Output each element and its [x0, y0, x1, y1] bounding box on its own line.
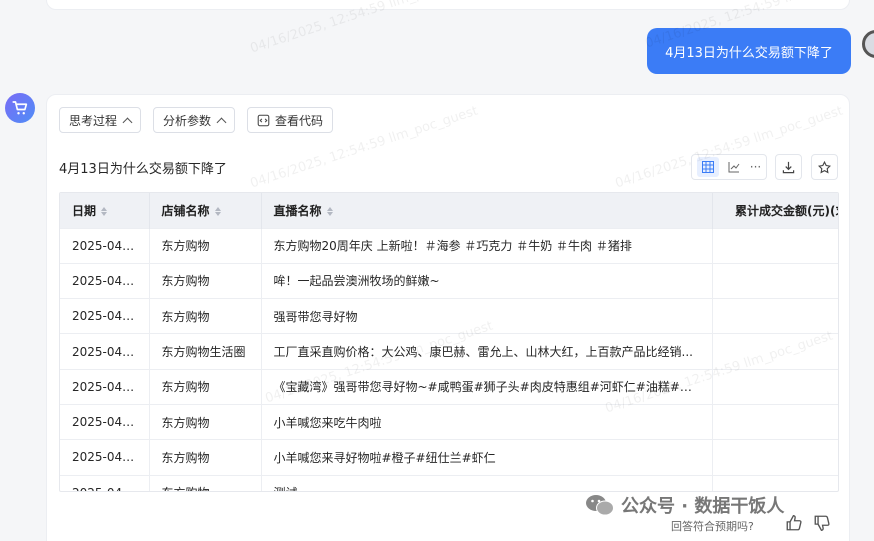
cell-live-name: 工厂直采直购价格：大公鸡、康巴赫、雷允上、山林大红，上百款产品比经销... [261, 333, 713, 370]
sort-icon[interactable] [326, 206, 333, 216]
data-table: 日期 店铺名称 直播名称 累计成交金额(元)(求和 2025-04-10东方购物… [59, 192, 839, 492]
table-row: 2025-04-10东方购物强哥带您寻好物1 [60, 298, 838, 334]
cell-shop: 东方购物 [149, 368, 262, 405]
cell-gmv: 1 [712, 298, 838, 334]
analysis-params-button[interactable]: 分析参数 [153, 107, 236, 133]
cell-live-name: 小羊喊您来寻好物啦#橙子#纽仕兰#虾仁 [261, 439, 713, 476]
cell-shop: 东方购物 [149, 298, 262, 334]
cell-gmv: 2,9 [712, 333, 838, 370]
thumbs-down-icon[interactable] [813, 514, 831, 532]
table-row: 2025-04-10 东方购物 东方购物20周年庆 上新啦！＃海参 ＃巧克力 ＃牛奶… [60, 227, 838, 264]
thinking-process-button[interactable]: 思考过程 [59, 107, 142, 133]
cell-date: 2025-04-11 [60, 439, 150, 476]
code-icon [257, 114, 270, 126]
cell-gmv: 1 [712, 227, 838, 264]
chevron-up-icon [216, 117, 227, 127]
sort-icon[interactable] [214, 206, 221, 216]
cell-shop: 东方购物 [149, 439, 262, 476]
table-row: 2025-04-11东方购物测试 [60, 474, 838, 491]
thumbs-up-icon[interactable] [785, 514, 803, 532]
user-message-bubble: 4月13日为什么交易额下降了 [647, 28, 851, 74]
cell-shop: 东方购物 [149, 474, 262, 491]
column-header-date[interactable]: 日期 [60, 193, 150, 228]
result-title: 4月13日为什么交易额下降了 [59, 162, 227, 177]
view-code-button[interactable]: 查看代码 [247, 107, 334, 133]
cell-date: 2025-04-10 [60, 298, 150, 334]
cell-live-name: 东方购物20周年庆 上新啦！＃海参 ＃巧克力 ＃牛奶 ＃牛肉 ＃猪排 [261, 227, 713, 264]
table-header-row: 日期 店铺名称 直播名称 累计成交金额(元)(求和 [60, 193, 838, 228]
sort-icon[interactable] [101, 206, 108, 216]
cell-shop: 东方购物 [149, 262, 262, 299]
cell-date: 2025-04-11 [60, 368, 150, 405]
user-avatar [862, 30, 874, 58]
view-code-label: 查看代码 [275, 113, 324, 128]
cell-gmv: 4 [712, 262, 838, 299]
table-row: 2025-04-11 东方购物 《宝藏湾》强哥带您寻好物~#咸鸭蛋#狮子头#肉皮特惠… [60, 368, 838, 405]
shopping-cart-icon [12, 101, 28, 115]
wechat-icon [586, 495, 614, 516]
cell-gmv: 4,0 [712, 439, 838, 476]
cell-shop: 东方购物 [149, 227, 262, 264]
cell-live-name: 小羊喊您来吃牛肉啦 [261, 403, 713, 440]
answer-card: 思考过程 分析参数 查看代码 4月13日为什么交易额下降了 ··· 日期 店铺名… [46, 94, 850, 541]
table-row: 2025-04-11东方购物小羊喊您来寻好物啦#橙子#纽仕兰#虾仁4,0 [60, 439, 838, 476]
cell-date: 2025-04-11 [60, 474, 150, 491]
column-header-gmv[interactable]: 累计成交金额(元)(求和 [712, 193, 838, 228]
previous-message-card [46, 0, 850, 10]
feedback-question: 回答符合预期吗? [671, 520, 754, 533]
column-header-live-name[interactable]: 直播名称 [261, 193, 713, 228]
cell-date: 2025-04-11 [60, 403, 150, 440]
favorite-button[interactable] [811, 154, 838, 180]
cell-shop: 东方购物 [149, 403, 262, 440]
cell-shop: 东方购物生活圈 [149, 333, 262, 370]
line-chart-view-button[interactable] [728, 158, 740, 177]
download-icon [782, 161, 795, 173]
table-row: 2025-04-11东方购物小羊喊您来吃牛肉啦5,1 [60, 403, 838, 440]
analysis-params-label: 分析参数 [163, 113, 212, 128]
table-icon [701, 161, 714, 173]
answer-toolbar: 思考过程 分析参数 查看代码 [59, 107, 334, 133]
line-chart-icon [728, 161, 740, 172]
table-view-button[interactable] [696, 157, 719, 177]
brand-watermark: 公众号 · 数据干饭人 [585, 492, 784, 518]
more-icon[interactable]: ··· [750, 160, 761, 174]
cell-gmv: 5,1 [712, 403, 838, 440]
thinking-process-label: 思考过程 [69, 113, 118, 128]
user-message-text: 4月13日为什么交易额下降了 [665, 45, 833, 61]
download-button[interactable] [775, 154, 802, 180]
view-switcher: ··· [691, 154, 767, 180]
star-icon [818, 160, 831, 173]
cell-date: 2025-04-10 [60, 333, 150, 370]
cell-live-name: 《宝藏湾》强哥带您寻好物~#咸鸭蛋#狮子头#肉皮特惠组#河虾仁#油糕#银鱼#..… [261, 368, 713, 405]
cell-date: 2025-04-10 [60, 262, 150, 299]
chevron-up-icon [122, 117, 133, 127]
cell-live-name: 强哥带您寻好物 [261, 298, 713, 334]
column-header-shop[interactable]: 店铺名称 [149, 193, 262, 228]
cell-date: 2025-04-10 [60, 227, 150, 264]
table-row: 2025-04-10 东方购物生活圈 工厂直采直购价格：大公鸡、康巴赫、雷允上、山林… [60, 333, 838, 370]
cell-live-name: 测试 [261, 474, 713, 491]
cell-gmv: 1 [712, 368, 838, 405]
table-row: 2025-04-10东方购物哞！一起品尝澳洲牧场的鲜嫩~4 [60, 262, 838, 299]
cell-live-name: 哞！一起品尝澳洲牧场的鲜嫩~ [261, 262, 713, 299]
cell-gmv [712, 474, 838, 491]
assistant-avatar [5, 93, 35, 123]
